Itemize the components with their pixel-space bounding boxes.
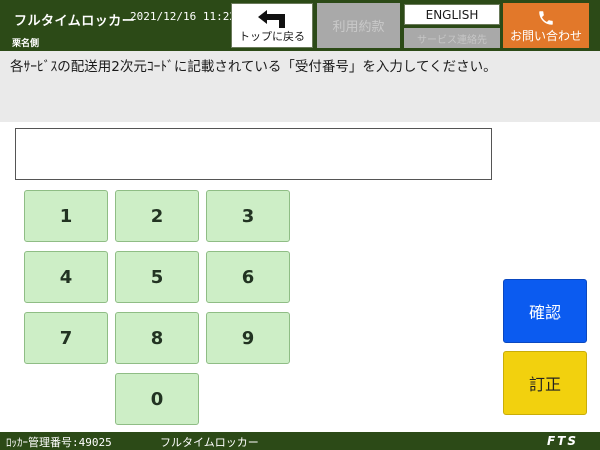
back-arrow-icon (258, 10, 285, 28)
contact-button[interactable]: お問い合わせ (503, 3, 589, 48)
correct-button[interactable]: 訂正 (503, 351, 587, 415)
header-bar: フルタイムロッカー 2021/12/16 11:22 栗名側 トップに戻る 利用… (0, 0, 600, 51)
confirm-button[interactable]: 確認 (503, 279, 587, 343)
key-7[interactable]: 7 (24, 312, 108, 364)
location-label: 栗名側 (12, 39, 40, 49)
key-5[interactable]: 5 (115, 251, 199, 303)
phone-icon (539, 11, 553, 25)
key-0[interactable]: 0 (115, 373, 199, 425)
fts-logo: FTS (546, 434, 578, 448)
key-4[interactable]: 4 (24, 251, 108, 303)
brand-logo: フルタイムロッカー (14, 14, 136, 29)
key-3[interactable]: 3 (206, 190, 290, 242)
back-button-label: トップに戻る (239, 30, 305, 43)
back-to-top-button[interactable]: トップに戻る (231, 3, 313, 48)
contact-button-label: お問い合わせ (509, 29, 582, 43)
datetime: 2021/12/16 11:22 (130, 10, 236, 23)
service-contact-button[interactable]: サービス連絡先 (404, 28, 500, 48)
key-6[interactable]: 6 (206, 251, 290, 303)
key-2[interactable]: 2 (115, 190, 199, 242)
footer-brand-name: フルタイムロッカー (160, 436, 259, 449)
instruction-text: 各ｻｰﾋﾞｽの配送用2次元ｺｰﾄﾞに記載されている「受付番号」を入力してください… (0, 51, 600, 122)
key-8[interactable]: 8 (115, 312, 199, 364)
footer-bar: ﾛｯｶｰ管理番号:49025 フルタイムロッカー FTS (0, 432, 600, 450)
terms-button[interactable]: 利用約款 (317, 3, 400, 48)
reception-number-input[interactable] (15, 128, 492, 180)
key-9[interactable]: 9 (206, 312, 290, 364)
key-1[interactable]: 1 (24, 190, 108, 242)
locker-number: ﾛｯｶｰ管理番号:49025 (6, 436, 112, 449)
english-button[interactable]: ENGLISH (404, 4, 500, 25)
